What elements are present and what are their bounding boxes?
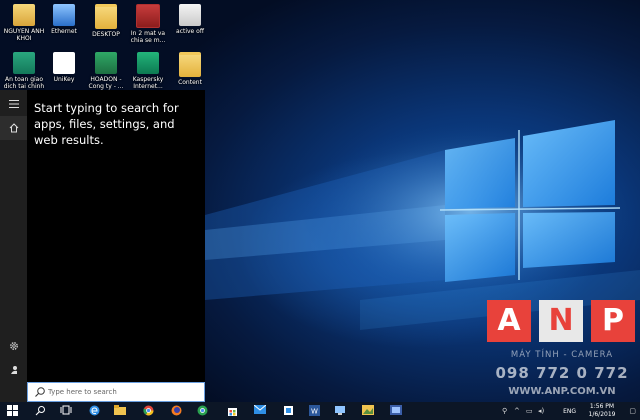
start-button[interactable]	[2, 403, 22, 419]
watermark-letter: A	[487, 300, 531, 342]
watermark-letter: N	[539, 300, 583, 342]
chrome-icon	[142, 405, 153, 416]
windows-start-icon	[6, 405, 18, 416]
desktop-icon-video[interactable]: In 2 mat va chia se m...	[126, 4, 170, 44]
watermark-phone: 098 772 0 772	[495, 364, 629, 382]
chrome-alt-icon	[197, 405, 207, 416]
desktop-icon-label: In 2 mat va chia se m...	[130, 30, 166, 44]
taskbar-app-chrome-alt[interactable]	[192, 403, 212, 419]
mail-icon	[254, 405, 266, 414]
folder-icon	[179, 52, 201, 77]
start-menu-rail	[0, 90, 27, 402]
word-icon: W	[308, 405, 320, 416]
people-icon[interactable]: ⚲	[502, 407, 507, 415]
search-hint-text: Start typing to search for apps, files, …	[34, 101, 179, 147]
desktop-icon-label: HOADON - Cong ty - ...	[88, 76, 124, 90]
taskbar-app-network[interactable]	[330, 403, 350, 419]
desktop-icon-label: Ethernet	[51, 28, 77, 35]
taskbar-app-generic[interactable]	[278, 403, 298, 419]
excel-file-icon	[95, 52, 117, 74]
svg-text:W: W	[311, 408, 318, 416]
taskbar-app-edge[interactable]	[84, 403, 104, 419]
task-view-button[interactable]	[56, 403, 76, 419]
app-icon	[283, 406, 293, 415]
desktop-icon-label: DESKTOP	[92, 31, 120, 38]
desktop-icon-label: An toan giao dich tai chinh	[3, 76, 45, 90]
user-folder-icon	[13, 4, 35, 26]
network-app-icon	[335, 406, 345, 415]
taskbar-app-chrome[interactable]	[138, 403, 158, 419]
task-view-icon	[60, 405, 72, 415]
taskbar-search-box[interactable]	[27, 382, 205, 402]
shortcut-icon	[179, 4, 201, 26]
taskbar-app-system[interactable]	[386, 403, 406, 419]
edge-icon	[89, 405, 99, 416]
system-tray: ⚲ ^ ▭ ◂) ENG 1:56 PM 1/6/2019 ▢	[498, 402, 638, 420]
search-input[interactable]	[48, 385, 198, 399]
desktop-icon-label: Content	[178, 79, 202, 86]
notifications-icon[interactable]: ▢	[629, 407, 636, 415]
settings-gear-icon[interactable]	[0, 334, 27, 358]
language-indicator[interactable]: ENG	[563, 408, 576, 415]
firefox-icon	[171, 405, 181, 416]
taskbar-app-photos[interactable]	[358, 403, 378, 419]
unikey-icon	[53, 52, 75, 74]
clock[interactable]: 1:56 PM 1/6/2019	[582, 403, 622, 419]
desktop-icon-label: NGUYEN ANH KHOI	[3, 28, 45, 42]
watermark-subtitle: MÁY TÍNH - CAMERA	[510, 350, 614, 360]
kaspersky-icon	[137, 52, 159, 74]
desktop-icon-kaspersky[interactable]: Kaspersky Internet...	[126, 52, 170, 90]
search-icon	[35, 387, 45, 397]
file-explorer-icon	[114, 405, 126, 415]
taskbar-search-button[interactable]	[30, 403, 50, 419]
desktop-icon-content-folder[interactable]: Content	[168, 52, 212, 86]
desktop-icon-label: UniKey	[53, 76, 75, 83]
desktop-icon-desktop-folder[interactable]: DESKTOP	[84, 4, 128, 38]
store-icon	[227, 408, 237, 416]
video-icon	[136, 4, 160, 28]
network-icon	[53, 4, 75, 26]
desktop-icon-excel-file[interactable]: HOADON - Cong ty - ...	[84, 52, 128, 90]
clock-time: 1:56 PM	[589, 403, 615, 410]
watermark-website: WWW.ANP.COM.VN	[508, 386, 616, 397]
home-icon[interactable]	[0, 116, 27, 140]
watermark-letter: P	[591, 300, 635, 342]
security-app-icon	[13, 52, 35, 74]
hamburger-menu-icon[interactable]	[0, 92, 27, 116]
folder-icon	[95, 4, 117, 29]
taskbar: W ⚲ ^ ▭ ◂) ENG 1:56 PM 1/6/2019 ▢	[0, 402, 640, 420]
clock-date: 1/6/2019	[588, 411, 616, 418]
taskbar-app-word[interactable]: W	[304, 403, 324, 419]
anp-watermark: A N P MÁY TÍNH - CAMERA 098 772 0 772 WW…	[487, 300, 637, 405]
desktop-icon-label: Kaspersky Internet...	[132, 76, 164, 90]
desktop-icon-user-folder[interactable]: NGUYEN ANH KHOI	[2, 4, 46, 42]
volume-icon[interactable]: ◂)	[538, 407, 544, 415]
user-feedback-icon[interactable]	[0, 358, 27, 382]
photos-icon	[362, 405, 374, 415]
network-tray-icon[interactable]: ▭	[526, 407, 533, 415]
desktop-icon-label: active off	[176, 28, 204, 35]
taskbar-app-firefox[interactable]	[166, 403, 186, 419]
chevron-up-icon[interactable]: ^	[514, 407, 520, 415]
search-icon	[35, 406, 45, 416]
desktop-icon-unikey[interactable]: UniKey	[42, 52, 86, 83]
taskbar-app-store[interactable]	[222, 403, 242, 419]
search-results-panel: Start typing to search for apps, files, …	[27, 90, 205, 382]
taskbar-app-mail[interactable]	[250, 403, 270, 419]
desktop-icon-active-off[interactable]: active off	[168, 4, 212, 35]
taskbar-app-explorer[interactable]	[110, 403, 130, 419]
system-icon	[390, 405, 402, 415]
desktop-icon-ethernet[interactable]: Ethernet	[42, 4, 86, 35]
desktop-icon-security-app[interactable]: An toan giao dich tai chinh	[2, 52, 46, 90]
